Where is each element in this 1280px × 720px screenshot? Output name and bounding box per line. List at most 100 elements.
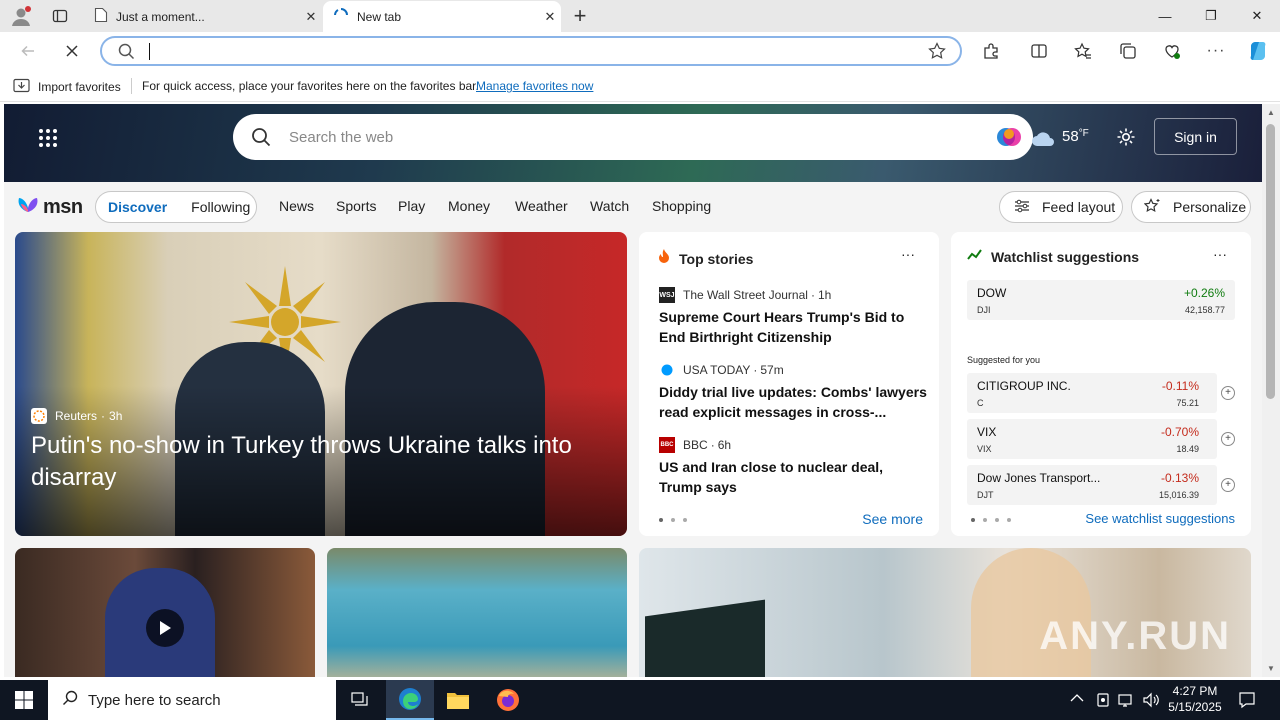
stock-price: 15,016.39	[1158, 490, 1199, 500]
notifications-icon[interactable]	[1238, 691, 1256, 714]
stock-name: Dow Jones Transport...	[977, 471, 1101, 485]
minimize-button[interactable]: —	[1142, 0, 1188, 32]
carousel-dots[interactable]	[659, 518, 687, 522]
profile-avatar-icon[interactable]	[9, 4, 33, 28]
see-watchlist-link[interactable]: See watchlist suggestions	[1085, 511, 1235, 526]
cloudy-weather-icon[interactable]	[1030, 130, 1056, 153]
back-button[interactable]	[14, 37, 42, 65]
copilot-icon[interactable]	[995, 123, 1023, 156]
watchlist-row-vix[interactable]: VIX VIX -0.70% 18.49 +	[967, 419, 1235, 459]
tab-discover[interactable]: Discover	[108, 199, 167, 215]
hero-story-age: 3h	[109, 409, 123, 423]
watchlist-row-citigroup[interactable]: CITIGROUP INC. C -0.11% 75.21 +	[967, 373, 1235, 413]
add-to-watchlist-icon[interactable]: +	[1221, 478, 1235, 492]
watchlist-row-dow[interactable]: DOW DJI +0.26% 42,158.77	[967, 280, 1235, 320]
import-favorites-button[interactable]: Import favorites	[13, 78, 121, 96]
watchlist-row-dow-transport[interactable]: Dow Jones Transport... DJT -0.13% 15,016…	[967, 465, 1235, 505]
gear-icon[interactable]	[1116, 127, 1136, 152]
close-tab-icon[interactable]: ✕	[539, 9, 561, 25]
task-view-icon[interactable]	[336, 680, 384, 720]
new-tab-button[interactable]: +	[568, 3, 592, 28]
play-icon[interactable]	[146, 609, 184, 647]
hero-story-card[interactable]: Reuters · 3h Putin's no-show in Turkey t…	[15, 232, 627, 536]
apps-grid-icon[interactable]	[38, 128, 58, 153]
file-explorer-icon[interactable]	[434, 680, 482, 720]
personalize-star-icon	[1143, 197, 1161, 217]
extensions-icon[interactable]	[977, 37, 1005, 65]
watchlist-header: Watchlist suggestions	[967, 248, 1139, 266]
story-item[interactable]: WSJ The Wall Street Journal · 1h Supreme Co…	[659, 287, 929, 347]
favorite-star-icon[interactable]	[928, 42, 946, 65]
scroll-down-icon[interactable]: ▼	[1267, 664, 1275, 673]
tab-just-a-moment[interactable]: Just a moment... ✕	[84, 1, 322, 32]
address-bar[interactable]	[100, 36, 962, 66]
personalize-button[interactable]: Personalize	[1131, 191, 1251, 223]
collections-icon[interactable]	[1114, 37, 1142, 65]
nav-news[interactable]: News	[279, 198, 314, 214]
windows-start-icon[interactable]	[0, 680, 48, 720]
add-to-watchlist-icon[interactable]: +	[1221, 432, 1235, 446]
feed-layout-button[interactable]: Feed layout	[999, 191, 1123, 223]
nav-shopping[interactable]: Shopping	[652, 198, 711, 214]
see-more-link[interactable]: See more	[862, 511, 923, 527]
close-window-button[interactable]: ✕	[1234, 0, 1280, 32]
page-scrollbar[interactable]: ▲ ▼	[1262, 104, 1280, 677]
search-icon	[118, 43, 135, 65]
restore-button[interactable]: ❐	[1188, 0, 1234, 32]
temperature-unit: °F	[1078, 128, 1089, 139]
weather-temperature[interactable]: 58°F	[1062, 128, 1089, 145]
chevron-up-icon[interactable]	[1070, 692, 1084, 706]
manage-favorites-link[interactable]: Manage favorites now	[476, 79, 593, 93]
web-search-box[interactable]: Search the web	[233, 114, 1033, 160]
nav-play[interactable]: Play	[398, 198, 425, 214]
top-stories-card: Top stories ··· WSJ The Wall Street Journ…	[639, 232, 939, 536]
scroll-up-icon[interactable]: ▲	[1267, 108, 1275, 117]
stop-loading-button[interactable]	[58, 37, 86, 65]
sign-in-button[interactable]: Sign in	[1154, 118, 1237, 155]
volume-icon[interactable]	[1142, 692, 1160, 713]
feed-layout-label: Feed layout	[1042, 199, 1116, 215]
firefox-icon[interactable]	[484, 680, 532, 720]
add-to-watchlist-icon[interactable]: +	[1221, 386, 1235, 400]
clock-time: 4:27 PM	[1172, 684, 1218, 698]
nav-sports[interactable]: Sports	[336, 198, 376, 214]
msn-logo[interactable]: msn	[16, 194, 83, 221]
separator-dot: ·	[810, 288, 815, 302]
search-placeholder: Search the web	[289, 129, 394, 146]
settings-more-icon[interactable]: ···	[1202, 37, 1230, 65]
edge-taskbar-icon[interactable]	[386, 680, 434, 720]
more-options-icon[interactable]: ···	[901, 246, 915, 262]
tab-actions-icon[interactable]	[48, 4, 72, 28]
stock-price: 18.49	[1176, 444, 1199, 454]
hero-story-headline[interactable]: Putin's no-show in Turkey throws Ukraine…	[31, 430, 611, 494]
personalize-label: Personalize	[1173, 199, 1247, 215]
taskbar-search-box[interactable]: Type here to search	[48, 680, 336, 720]
favorites-bar: Import favorites For quick access, place…	[0, 70, 1280, 102]
msn-new-tab-page: Search the web 58°F Sign in msn Discover…	[4, 104, 1262, 677]
close-tab-icon[interactable]: ✕	[300, 9, 322, 25]
scrollbar-thumb[interactable]	[1266, 124, 1275, 399]
meet-now-icon[interactable]	[1096, 692, 1112, 713]
more-options-icon[interactable]: ···	[1213, 246, 1227, 262]
favorites-icon[interactable]	[1069, 37, 1097, 65]
video-card[interactable]	[15, 548, 315, 677]
split-screen-icon[interactable]	[1025, 37, 1053, 65]
suggested-label: Suggested for you	[967, 355, 1041, 365]
carousel-dots[interactable]	[971, 518, 1011, 522]
story-item[interactable]: BBC BBC · 6h US and Iran close to nuclear d…	[659, 437, 929, 497]
market-story-card[interactable]: ANY.RUN	[639, 548, 1251, 677]
browser-essentials-icon[interactable]	[1158, 37, 1186, 65]
clock[interactable]: 4:27 PM 5/15/2025	[1166, 683, 1224, 715]
copilot-icon[interactable]	[1244, 37, 1272, 65]
nav-money[interactable]: Money	[448, 198, 490, 214]
story-item[interactable]: USA TODAY · 57m Diddy trial live updates: …	[659, 362, 929, 422]
hero-story-source[interactable]: Reuters · 3h	[31, 408, 122, 424]
tab-new-tab[interactable]: New tab ✕	[323, 1, 561, 32]
nav-watch[interactable]: Watch	[590, 198, 629, 214]
network-icon[interactable]	[1118, 692, 1136, 713]
story-headline: Diddy trial live updates: Combs' lawyers…	[659, 384, 927, 420]
stock-symbol: DJI	[977, 305, 991, 315]
tab-following[interactable]: Following	[191, 199, 250, 215]
nav-weather[interactable]: Weather	[515, 198, 568, 214]
pool-story-card[interactable]	[327, 548, 627, 677]
